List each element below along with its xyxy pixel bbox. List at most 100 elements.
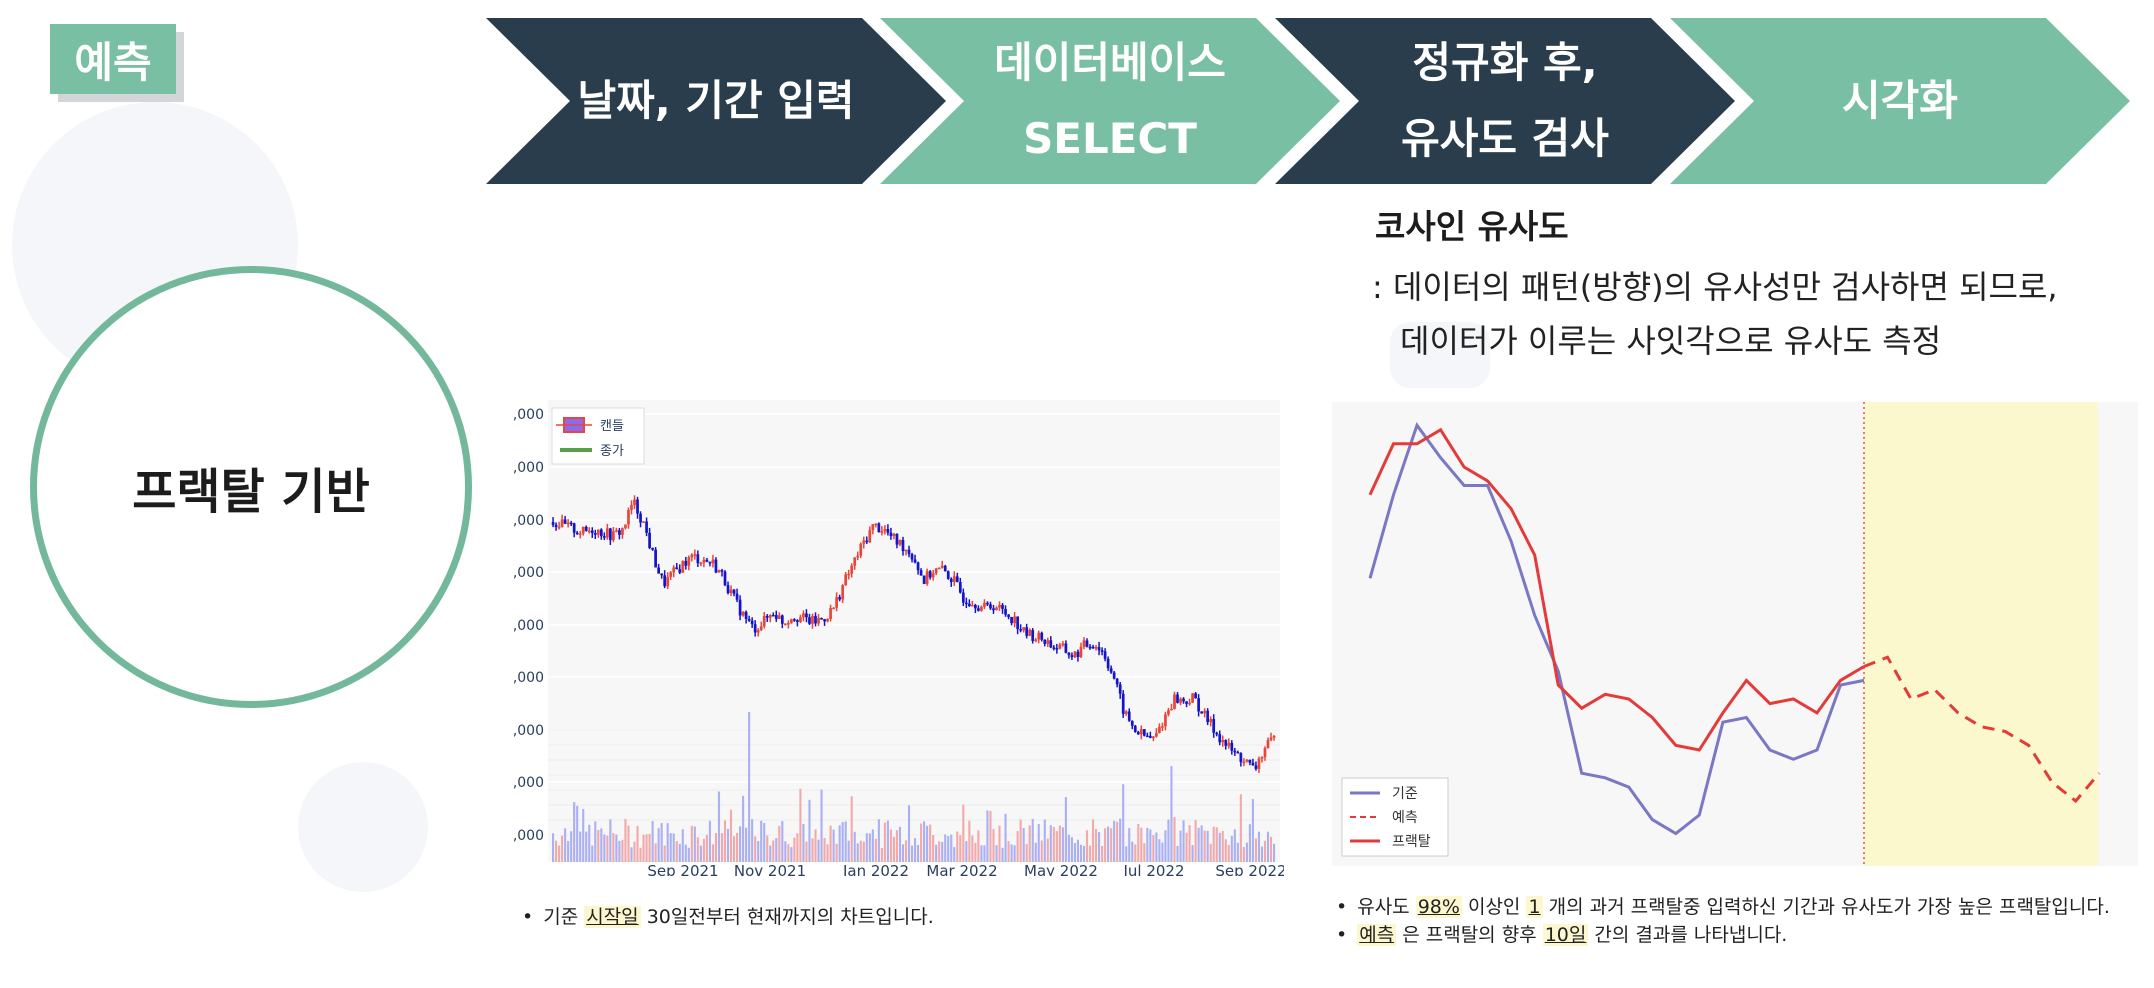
candle-body [578,533,582,535]
volume-bar [895,830,899,862]
volume-bar [639,847,642,862]
volume-bar [923,821,926,862]
volume-bar [1085,830,1089,862]
volume-bar [1067,834,1070,862]
volume-bar [1128,828,1131,862]
volume-bar [1064,797,1067,862]
volume-bar [1164,830,1167,862]
step-label: 날짜, 기간 입력 [577,76,855,125]
candle-body [690,554,694,558]
volume-bar [1257,831,1261,862]
candle-body [1037,632,1041,640]
candle-body [587,530,591,533]
volume-bar [1248,824,1251,862]
volume-bar [720,833,724,862]
candle-body [1233,750,1237,753]
volume-bar [917,844,920,862]
candle-body [1043,639,1047,644]
cosine-title: 코사인 유사도 [1375,207,1569,246]
y-tick-label: ,000 [513,618,544,634]
candle-body [660,573,664,576]
candle-body [1148,735,1152,738]
volume-bar [579,831,582,862]
volume-bar [823,837,826,862]
volume-bar [675,841,678,862]
candle-body [738,599,742,616]
volume-bar [1230,835,1233,862]
x-tick-label: Jan 2022 [842,862,909,876]
candle-body [1130,720,1134,726]
volume-bar [850,796,853,862]
y-tick-label: ,000 [513,828,544,844]
candle-body [1203,710,1207,714]
candle-body [1127,711,1131,721]
y-tick-label: ,000 [513,723,544,739]
volume-bar [627,825,630,862]
candle-body [1067,652,1071,656]
volume-bar [778,825,781,862]
volume-bar [871,829,874,862]
candle-body [1145,735,1149,738]
candle-body [1049,640,1053,648]
candle-body [1254,765,1258,769]
candle-body [666,576,670,587]
candle-body [642,521,645,523]
candle-body [877,523,881,533]
candle-body [995,607,998,611]
volume-bar [567,840,570,862]
volume-bar [856,843,859,862]
candle-body [817,617,820,624]
candle-body [871,524,875,531]
candle-body [572,523,576,533]
volume-bar [1082,845,1086,862]
candle-body [841,585,845,600]
volume-bar [594,821,597,862]
volume-bar [1088,845,1092,862]
candle-body [1182,698,1185,702]
volume-bar [962,804,965,862]
candle-body [1191,693,1194,703]
candle-body [693,554,697,556]
volume-bar [769,845,772,862]
step-label: 데이터베이스 SELECT [994,38,1226,163]
volume-bar [684,844,687,862]
volume-bar [1101,846,1104,862]
volume-bar [841,822,844,862]
candle-body [986,602,989,605]
volume-bar [1013,845,1016,862]
volume-bar [1098,832,1101,862]
volume-bar [883,822,886,862]
candle-body [720,570,724,572]
step-database-select: 데이터베이스 SELECT [880,18,1340,184]
candle-body [615,530,618,532]
volume-bar [853,831,856,862]
legend-label-fractal: 프랙탈 [1392,834,1431,850]
volume-bar [618,840,621,862]
volume-bar [726,828,730,862]
candle-body [639,513,642,523]
volume-bar [1113,820,1116,862]
volume-bar [844,821,847,862]
volume-bar [739,826,742,862]
candle-body [1266,739,1270,749]
chart-legend: 캔들종가 [551,407,645,465]
y-tick-label: ,000 [513,565,544,581]
volume-bar [1046,838,1049,862]
candle-body [1028,629,1032,636]
candle-body [1070,655,1074,658]
volume-bar [642,834,645,862]
candle-body [859,543,863,556]
candle-body [1212,719,1216,733]
volume-bar [654,843,657,862]
candle-body [793,619,796,621]
candle-body [1061,643,1065,646]
volume-bar [886,820,889,862]
left-chart-note: • 기준 시작일 30일전부터 현재까지의 차트입니다. [522,906,934,928]
candle-body [1257,758,1261,769]
volume-bar [729,809,733,862]
volume-bar [717,791,721,862]
candle-body [1103,651,1107,659]
candle-body [1251,762,1255,766]
volume-bar [1161,842,1164,862]
candle-body [898,539,902,545]
